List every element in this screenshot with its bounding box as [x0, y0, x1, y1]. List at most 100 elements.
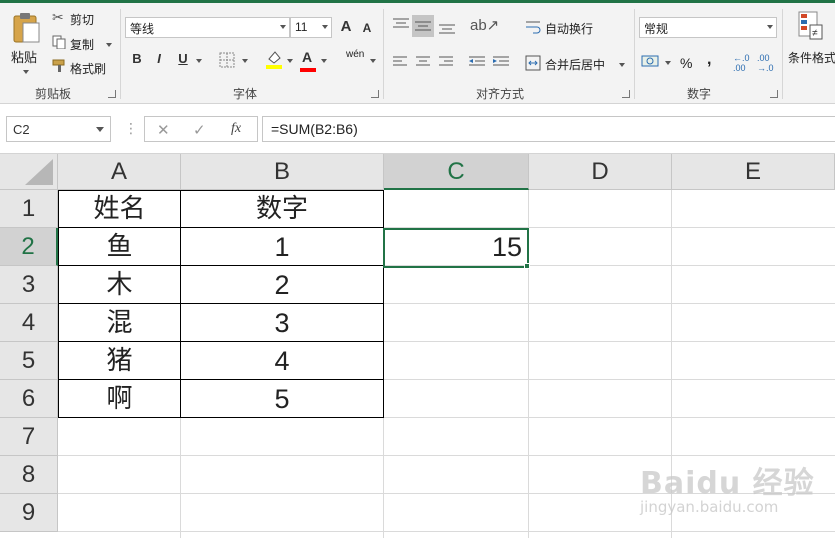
cell-a5[interactable]: 猪 [59, 342, 180, 380]
fill-color-dropdown-icon[interactable] [287, 59, 293, 63]
cell-a1[interactable]: 姓名 [59, 190, 180, 228]
alignment-launcher-icon[interactable] [622, 90, 630, 98]
italic-button[interactable]: I [150, 51, 168, 66]
wrap-text-button[interactable]: 自动换行 [525, 17, 605, 37]
formula-bar-grip-icon: ⋮ [124, 120, 138, 136]
increase-indent-icon[interactable] [492, 55, 510, 69]
cell-a4[interactable]: 混 [59, 304, 180, 342]
decrease-indent-icon[interactable] [468, 55, 486, 69]
accounting-dropdown-icon[interactable] [665, 61, 671, 65]
align-left-icon[interactable] [392, 55, 408, 69]
cell-c2[interactable]: 15 [384, 228, 528, 266]
align-top-icon[interactable] [392, 17, 410, 33]
bold-button[interactable]: B [128, 51, 146, 66]
borders-dropdown-icon[interactable] [242, 59, 248, 63]
separator [782, 9, 783, 99]
paste-icon [13, 13, 40, 43]
comma-button[interactable]: , [707, 51, 711, 69]
merge-center-label: 合并后居中 [545, 58, 606, 72]
paste-dropdown-icon [23, 70, 29, 74]
underline-dropdown-icon[interactable] [196, 59, 202, 63]
paste-button[interactable]: 粘贴 [6, 7, 46, 77]
clipboard-launcher-icon[interactable] [108, 90, 116, 98]
decrease-font-button[interactable]: A [358, 21, 376, 35]
row-header-3[interactable]: 3 [0, 266, 58, 304]
formula-input[interactable]: =SUM(B2:B6) [262, 116, 835, 142]
row-header-1[interactable]: 1 [0, 190, 58, 228]
column-header-e[interactable]: E [672, 154, 835, 190]
column-header-c[interactable]: C [384, 154, 529, 190]
baidu-watermark-url: jingyan.baidu.com [640, 498, 779, 516]
copy-icon [52, 35, 66, 49]
cell-b4[interactable]: 3 [181, 304, 383, 342]
align-right-icon[interactable] [438, 55, 454, 69]
font-color-dropdown-icon[interactable] [321, 59, 327, 63]
conditional-format-button[interactable]: ≠ 条件格式 [788, 9, 835, 69]
separator [634, 9, 635, 99]
merge-center-icon [525, 55, 541, 71]
percent-button[interactable]: % [680, 55, 692, 71]
paste-label: 粘贴 [11, 50, 38, 65]
copy-button[interactable]: 复制 [50, 33, 120, 53]
gridline [58, 455, 835, 456]
font-name-select[interactable]: 等线 [125, 17, 290, 38]
decrease-decimal-button[interactable]: .00 →.0 [757, 53, 774, 73]
name-box-value: C2 [13, 122, 30, 137]
font-color-swatch [300, 68, 316, 72]
row-header-8[interactable]: 8 [0, 456, 58, 494]
worksheet-grid: A B C D E 1 2 3 4 5 6 7 8 9 姓名 数字 鱼 1 15… [0, 154, 835, 538]
ribbon: 粘贴 ✂ 剪切 复制 格式刷 剪贴板 等线 11 A A B I U A wén… [0, 3, 835, 104]
cancel-button[interactable]: ✕ [157, 121, 170, 139]
cell-b3[interactable]: 2 [181, 266, 383, 304]
font-group-label: 字体 [232, 87, 257, 101]
cut-button[interactable]: ✂ 剪切 [50, 9, 110, 29]
phonetic-dropdown-icon[interactable] [370, 59, 376, 63]
fill-handle[interactable] [524, 263, 530, 269]
column-header-b[interactable]: B [181, 154, 384, 190]
formula-bar: C2 ⋮ ✕ ✓ fx =SUM(B2:B6) [0, 104, 835, 154]
align-bottom-icon[interactable] [438, 19, 456, 35]
cell-b6[interactable]: 5 [181, 380, 383, 418]
accounting-format-icon[interactable] [641, 53, 661, 69]
merge-center-button[interactable]: 合并后居中 [525, 53, 630, 73]
alignment-group-label: 对齐方式 [475, 87, 524, 101]
increase-decimal-button[interactable]: ←.0.00 [733, 53, 750, 73]
insert-function-button[interactable]: fx [231, 121, 241, 137]
row-header-7[interactable]: 7 [0, 418, 58, 456]
column-header-d[interactable]: D [529, 154, 672, 190]
cell-a3[interactable]: 木 [59, 266, 180, 304]
font-launcher-icon[interactable] [371, 90, 379, 98]
select-all-button[interactable] [0, 154, 58, 190]
cell-b5[interactable]: 4 [181, 342, 383, 380]
cell-a2[interactable]: 鱼 [59, 228, 180, 266]
column-header-a[interactable]: A [58, 154, 181, 190]
row-header-6[interactable]: 6 [0, 380, 58, 418]
row-header-5[interactable]: 5 [0, 342, 58, 380]
scissors-icon: ✂ [52, 9, 64, 25]
align-center-icon[interactable] [415, 55, 431, 69]
format-painter-button[interactable]: 格式刷 [50, 57, 120, 77]
cell-a6[interactable]: 啊 [59, 380, 180, 418]
format-painter-icon [52, 59, 65, 72]
borders-icon[interactable] [219, 52, 235, 68]
number-format-select[interactable]: 常规 [639, 17, 777, 38]
align-middle-button[interactable] [412, 15, 434, 37]
increase-font-button[interactable]: A [337, 18, 355, 35]
phonetic-button[interactable]: wén [346, 49, 364, 60]
font-color-button[interactable]: A [298, 49, 316, 65]
cell-b1[interactable]: 数字 [181, 190, 383, 228]
orientation-icon[interactable]: ab↗ [470, 16, 499, 34]
baidu-watermark-logo: Baidu 经验 [640, 466, 815, 501]
font-size-dropdown-icon [322, 25, 328, 29]
cell-b2[interactable]: 1 [181, 228, 383, 266]
row-header-4[interactable]: 4 [0, 304, 58, 342]
font-size-select[interactable]: 11 [290, 17, 332, 38]
row-header-9[interactable]: 9 [0, 494, 58, 532]
fill-color-icon[interactable] [265, 49, 283, 69]
enter-button[interactable]: ✓ [193, 121, 206, 139]
underline-button[interactable]: U [174, 51, 192, 66]
row-header-2[interactable]: 2 [0, 228, 58, 266]
separator [383, 9, 384, 99]
name-box[interactable]: C2 [6, 116, 111, 142]
number-launcher-icon[interactable] [770, 90, 778, 98]
